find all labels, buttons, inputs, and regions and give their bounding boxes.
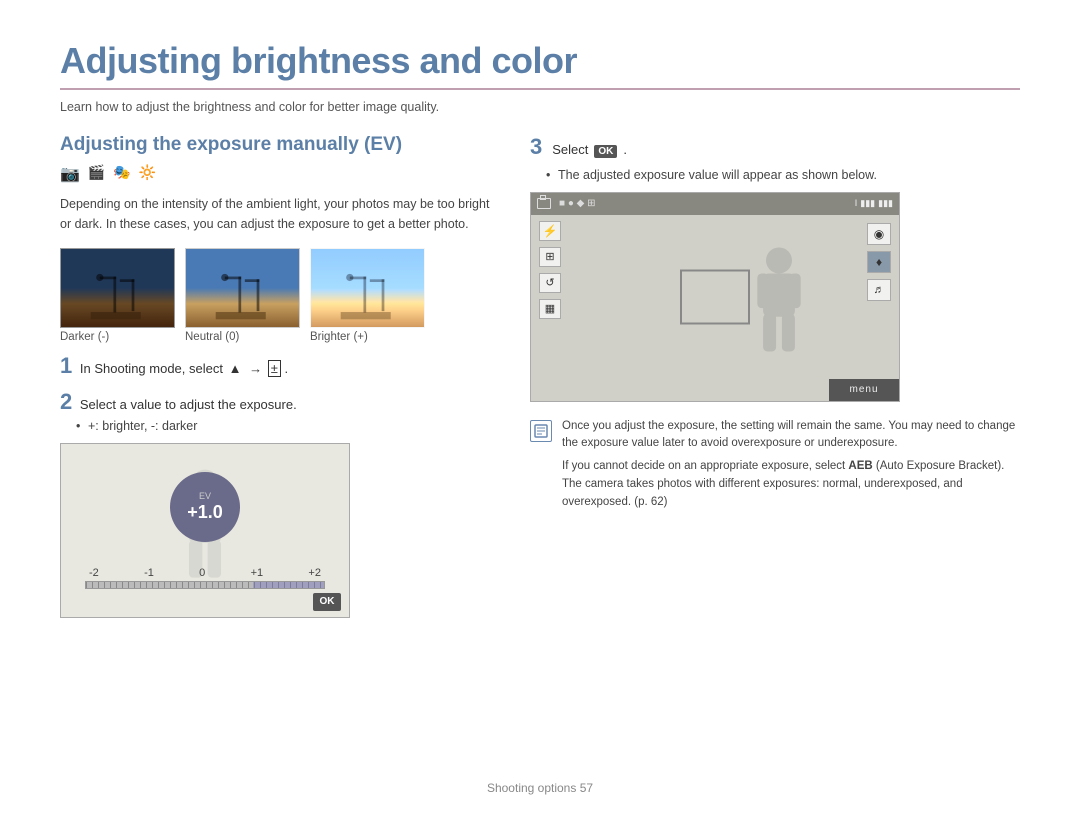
step-3-number: 3 [530,134,542,160]
ev-display-box: EV +1.0 -2 -1 0 +1 +2 OK [60,443,350,618]
step1-period: . [284,361,288,376]
page-container: Adjusting brightness and color Learn how… [0,0,1080,815]
ev-scale: -2 -1 0 +1 +2 [85,567,325,589]
note-icon [530,420,552,442]
ev-icon: ± [268,360,281,377]
step-3-bullet: The adjusted exposure value will appear … [546,168,1020,182]
notes-box: Once you adjust the exposure, the settin… [530,418,1020,517]
cam-ui-indicator-3: ▮▮▮ [878,198,893,209]
camera-person-silhouette [739,246,819,376]
page-footer: Shooting options 57 [0,781,1080,795]
step3-period: . [623,142,627,157]
camera-left-icons: ⚡ ⊞ ↺ ▦ [539,221,561,319]
camera-side-icons: ◉ ♦ ♬ [867,223,891,301]
step-2-text: Select a value to adjust the exposure. [80,397,297,412]
lamp-silhouette-dark [72,272,162,327]
photo-brighter-label: Brighter (+) [310,331,368,343]
camera-menu-bar: menu [829,379,899,401]
step-2-number: 2 [60,389,72,414]
ev-scale-numbers: -2 -1 0 +1 +2 [85,567,325,579]
camera-icon: 📷 [60,164,80,184]
ev-scale-bar [85,581,325,589]
note-2: If you cannot decide on an appropriate e… [562,458,1020,511]
page-subtitle: Learn how to adjust the brightness and c… [60,100,1020,114]
ev-circle: EV +1.0 [170,472,240,542]
scene-icon: 🎭 [113,164,130,184]
title-divider [60,88,1020,90]
camera-ui-topbar: ■ ● ◆ ⊞ I ▮▮▮ ▮▮▮ [531,193,899,215]
photo-neutral: Neutral (0) [185,248,300,343]
aeb-bold: AEB [848,460,872,472]
side-icon-1: ◉ [867,223,891,245]
arrow-icon: → [249,361,262,376]
side-icon-2: ♦ [867,251,891,273]
up-arrow-icon: ▲ [229,361,242,376]
ok-button[interactable]: OK [313,593,341,611]
step-2: 2 Select a value to adjust the exposure.… [60,389,490,433]
photo-brighter-image [310,248,425,328]
two-column-layout: Adjusting the exposure manually (EV) 📷 🎬… [60,134,1020,618]
camera-mode-icons: 📷 🎬 🎭 🔆 [60,164,490,184]
photo-examples-row: Darker (-) Neutral (0) [60,248,490,343]
left-icon-4: ▦ [539,299,561,319]
camera-menu-text: menu [849,384,878,395]
step-3-ok-badge: OK [594,145,617,158]
ev-minus2: -2 [89,567,99,579]
left-column: Adjusting the exposure manually (EV) 📷 🎬… [60,134,490,618]
video-icon: 🎬 [88,164,105,184]
step-3-header: 3 Select OK . [530,134,1020,160]
step-1-text: In Shooting mode, select [80,361,223,376]
step-2-bullets: +: brighter, -: darker [60,419,490,433]
left-icon-2: ⊞ [539,247,561,267]
left-icon-3: ↺ [539,273,561,293]
step-2-bullet-1: +: brighter, -: darker [76,419,490,433]
smart-icon: 🔆 [139,164,156,184]
cam-ui-indicators: I ▮▮▮ ▮▮▮ [855,198,893,209]
page-title: Adjusting brightness and color [60,40,1020,82]
photo-darker-label: Darker (-) [60,331,109,343]
ev-value: +1.0 [187,502,223,523]
photo-darker: Darker (-) [60,248,175,343]
notes-text: Once you adjust the exposure, the settin… [562,418,1020,517]
photo-neutral-image [185,248,300,328]
ev-plus1: +1 [251,567,264,579]
pencil-icon [534,424,548,438]
note-1: Once you adjust the exposure, the settin… [562,418,1020,454]
ev-plus2: +2 [308,567,321,579]
step-1: 1 In Shooting mode, select ▲ → ± . [60,353,490,379]
cam-ui-icons-row: ■ ● ◆ ⊞ [559,198,595,209]
lamp-silhouette-neutral [197,272,287,327]
ev-minus1: -1 [144,567,154,579]
photo-neutral-label: Neutral (0) [185,331,239,343]
section-title: Adjusting the exposure manually (EV) [60,134,490,156]
cam-ui-indicator-2: ▮▮▮ [860,198,875,209]
ev-label: EV [199,491,211,501]
lamp-silhouette-bright [322,272,412,327]
ev-scale-highlight [253,582,324,588]
cam-ui-camera-icon [537,198,551,209]
camera-ui-box: ■ ● ◆ ⊞ I ▮▮▮ ▮▮▮ ⚡ ⊞ ↺ ▦ [530,192,900,402]
side-icon-3: ♬ [867,279,891,301]
photo-darker-image [60,248,175,328]
step-3-text: Select [552,142,588,157]
cam-ui-indicator-1: I [855,198,858,209]
description-text: Depending on the intensity of the ambien… [60,194,490,234]
right-column: 3 Select OK . The adjusted exposure valu… [530,134,1020,618]
footer-text: Shooting options 57 [487,781,593,795]
step-3-bullets: The adjusted exposure value will appear … [530,168,1020,182]
ev-zero: 0 [199,567,205,579]
left-icon-1: ⚡ [539,221,561,241]
step-1-number: 1 [60,353,72,378]
photo-brighter: Brighter (+) [310,248,425,343]
